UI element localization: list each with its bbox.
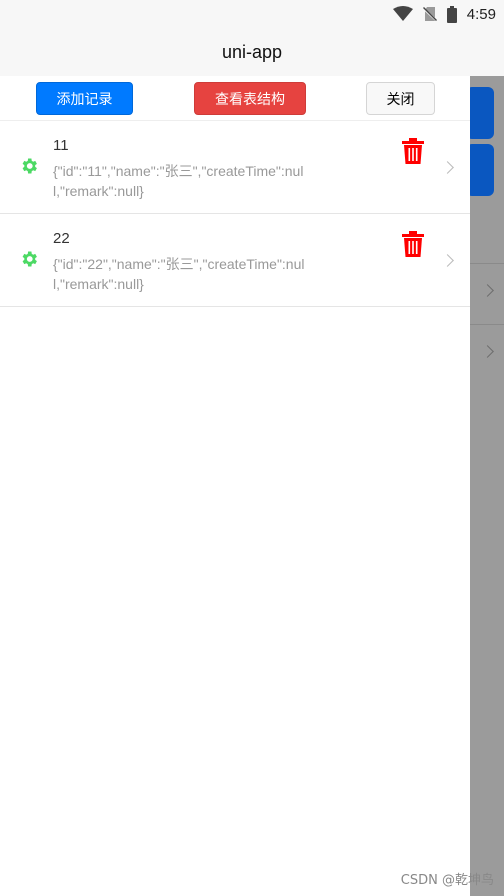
status-time: 4:59	[466, 5, 496, 23]
record-json: {"id":"11","name":"张三","createTime":null…	[53, 163, 304, 199]
background-button	[466, 144, 494, 196]
background-list-row	[470, 263, 504, 323]
page-title: uni-app	[221, 41, 283, 62]
record-title: 22	[53, 230, 70, 247]
chevron-right-icon	[441, 254, 454, 267]
record-json: {"id":"22","name":"张三","createTime":null…	[53, 256, 305, 292]
navigation-bar: uni-app	[0, 28, 504, 76]
chevron-right-icon	[481, 345, 494, 358]
battery-icon	[446, 5, 457, 23]
records-drawer: 添加记录 查看表结构 关闭 11 {"id":"11","name":"张三",…	[0, 76, 470, 896]
record-title: 11	[53, 137, 69, 154]
wifi-icon	[392, 6, 413, 21]
app-screen: 4:59 uni-app 添加记录 查看表结构 关闭 11 {"id":"11"…	[0, 0, 504, 896]
close-button[interactable]: 关闭	[366, 82, 435, 115]
list-item[interactable]: 22 {"id":"22","name":"张三","createTime":n…	[0, 214, 470, 307]
records-list: 11 {"id":"11","name":"张三","createTime":n…	[0, 121, 470, 307]
drawer-toolbar: 添加记录 查看表结构 关闭	[0, 76, 470, 121]
view-schema-button[interactable]: 查看表结构	[194, 82, 306, 115]
gear-icon	[22, 251, 37, 267]
trash-icon[interactable]	[402, 138, 424, 164]
no-sim-icon	[422, 7, 437, 22]
gear-icon	[22, 158, 37, 174]
watermark: CSDN @乾坤鸟	[400, 873, 494, 888]
chevron-right-icon	[441, 161, 454, 174]
background-list-row	[470, 324, 504, 384]
status-bar: 4:59	[0, 0, 504, 28]
background-button	[466, 87, 494, 139]
add-record-button[interactable]: 添加记录	[36, 82, 133, 115]
trash-icon[interactable]	[402, 231, 424, 257]
chevron-right-icon	[481, 284, 494, 297]
list-item[interactable]: 11 {"id":"11","name":"张三","createTime":n…	[0, 121, 470, 214]
